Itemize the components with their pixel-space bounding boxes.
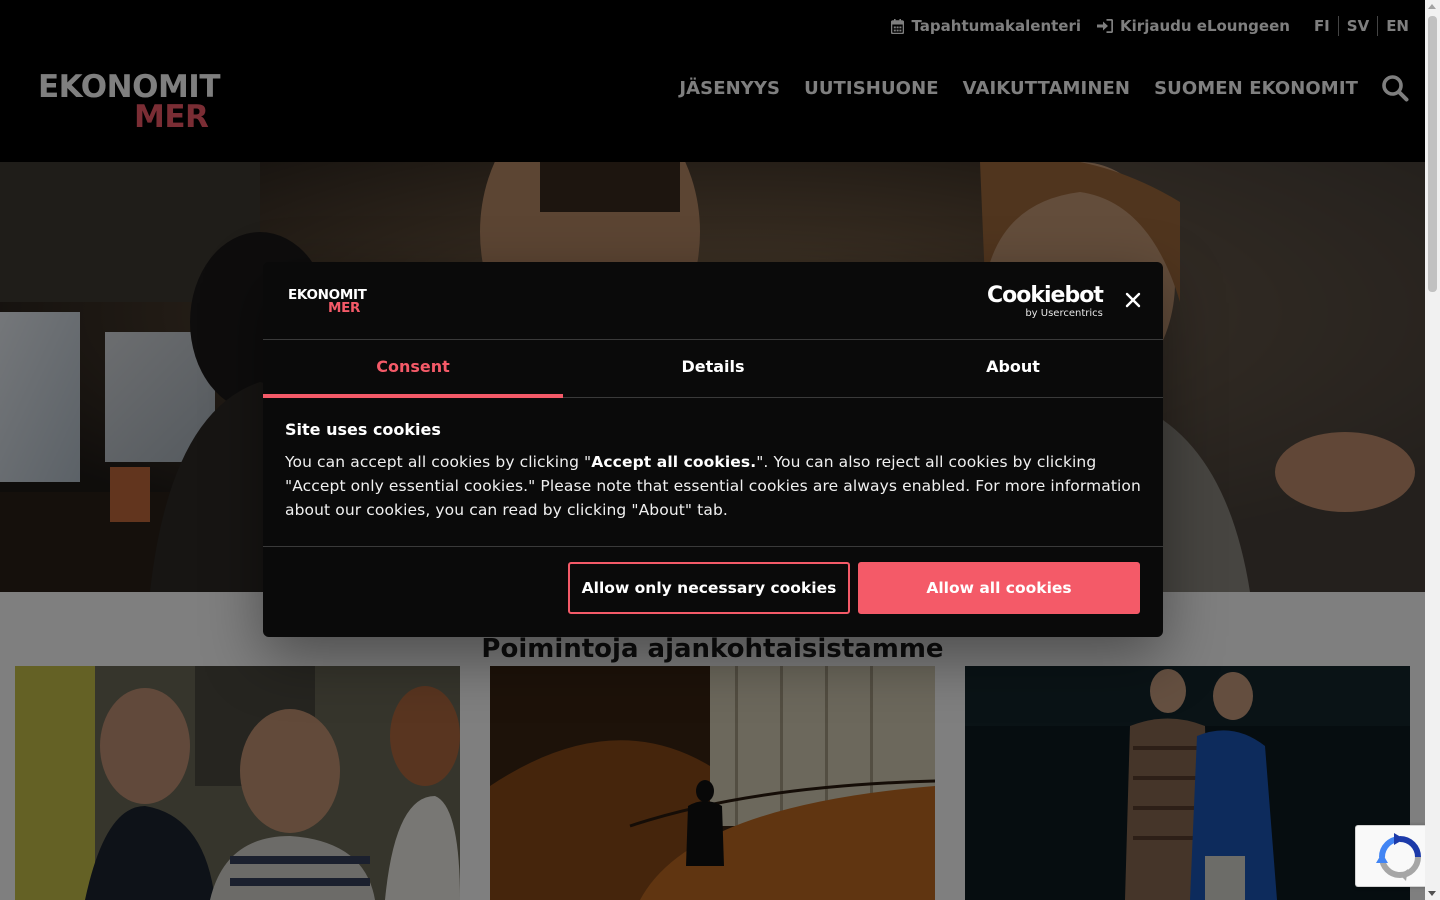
cookiebot-name: Cookiebot [987, 283, 1104, 308]
cookiebot-subtitle: by Usercentrics [1025, 308, 1103, 319]
close-icon [1125, 292, 1141, 308]
cookie-consent-dialog: EKONOMIT MER Cookiebot by Usercentrics C… [263, 262, 1163, 637]
dialog-tabs: Consent Details About [263, 340, 1163, 398]
recaptcha-icon [1376, 833, 1421, 881]
allow-all-cookies-button[interactable]: Allow all cookies [858, 562, 1140, 614]
scrollbar-thumb[interactable] [1428, 16, 1437, 292]
dialog-body: Site uses cookies You can accept all coo… [285, 420, 1145, 522]
dialog-title: Site uses cookies [285, 420, 441, 439]
page-scrollbar[interactable] [1425, 0, 1440, 900]
tab-consent[interactable]: Consent [263, 340, 563, 398]
tab-details[interactable]: Details [563, 340, 863, 397]
close-button[interactable] [1124, 291, 1142, 309]
cookiebot-logo[interactable]: Cookiebot by Usercentrics [987, 283, 1104, 320]
description-part-1: You can accept all cookies by clicking " [285, 453, 592, 471]
dialog-logo-line-2: MER [328, 299, 361, 316]
dialog-footer: Allow only necessary cookies Allow all c… [263, 546, 1163, 637]
scroll-down-arrow[interactable] [1428, 891, 1436, 896]
dialog-description: You can accept all cookies by clicking "… [285, 450, 1145, 522]
allow-necessary-cookies-button[interactable]: Allow only necessary cookies [568, 562, 850, 614]
scroll-up-arrow[interactable] [1428, 4, 1436, 9]
tab-about[interactable]: About [863, 340, 1163, 397]
dialog-logo: EKONOMIT MER [288, 288, 367, 316]
description-emphasis: Accept all cookies. [591, 453, 757, 471]
dialog-header: EKONOMIT MER Cookiebot by Usercentrics [263, 262, 1163, 340]
